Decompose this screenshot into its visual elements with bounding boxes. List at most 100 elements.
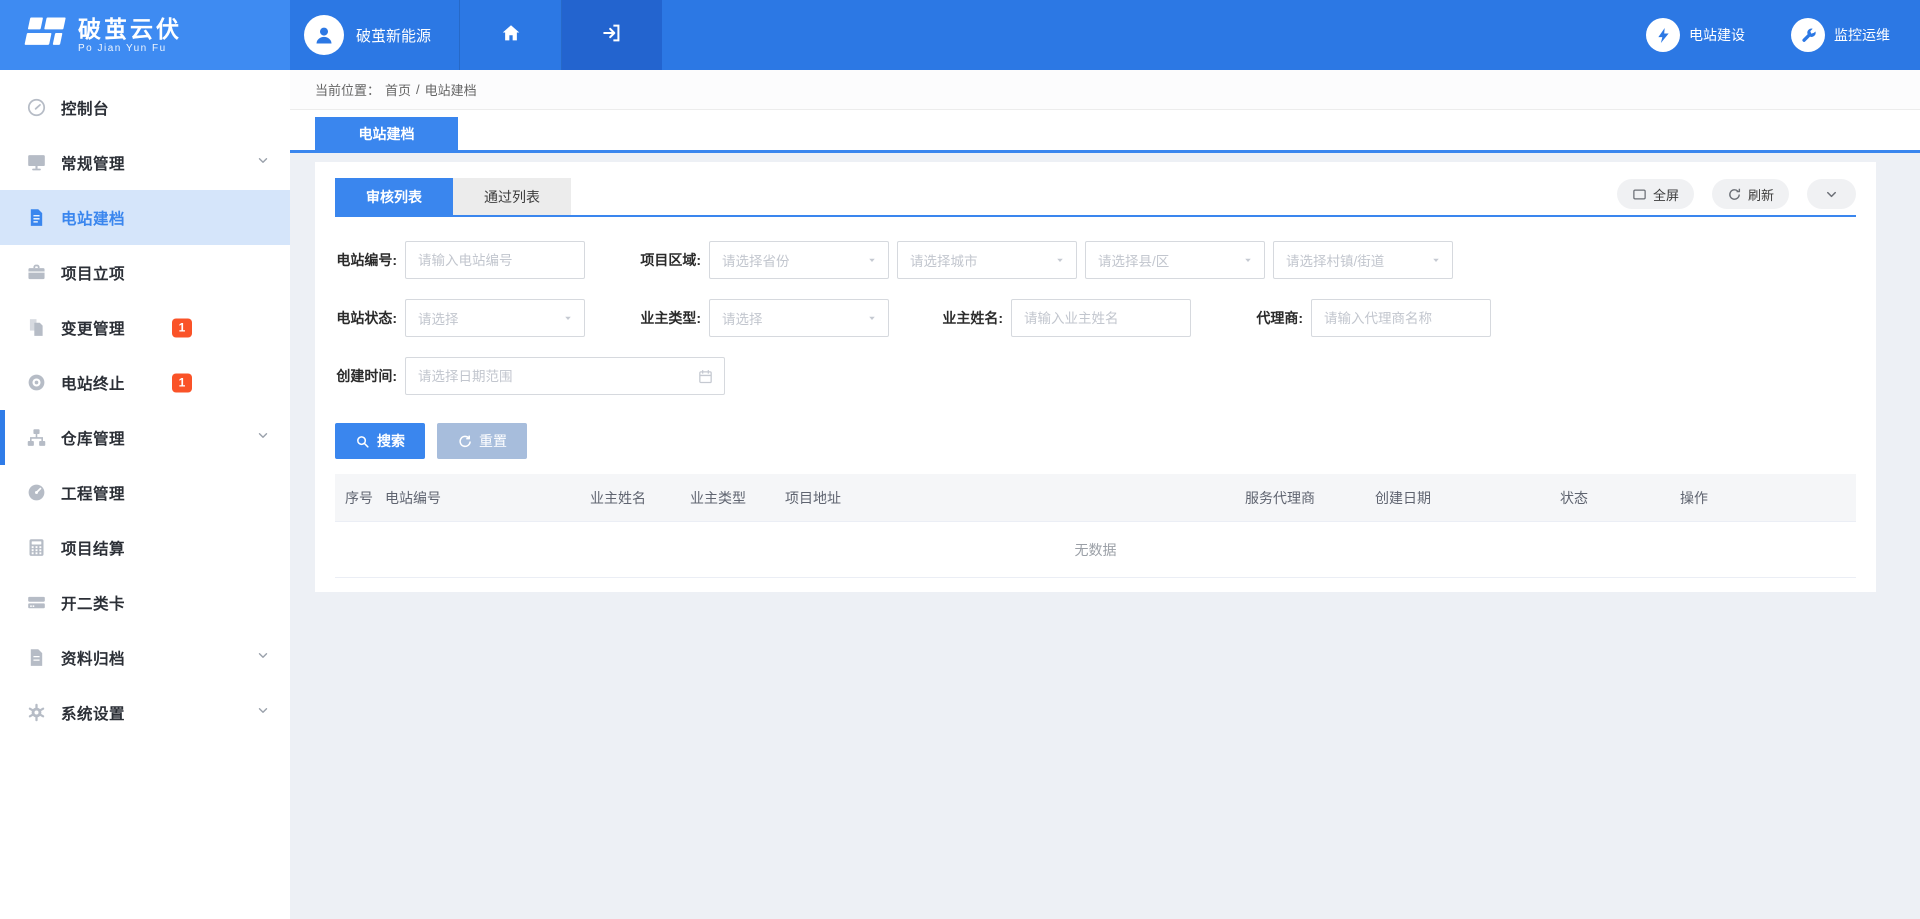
brand-title: 破茧云伏 [78, 17, 182, 41]
notification-badge: 1 [172, 318, 192, 337]
sidebar-item-type2-card[interactable]: 开二类卡 [0, 575, 290, 630]
sidebar-item-label: 仓库管理 [61, 427, 125, 449]
caret-down-icon [562, 312, 574, 324]
sidebar-item-project-settlement[interactable]: 项目结算 [0, 520, 290, 575]
lightning-icon [1646, 18, 1680, 52]
chevron-down-icon [256, 648, 270, 667]
province-select[interactable]: 请选择省份 [709, 241, 889, 279]
sidebar-item-data-archive[interactable]: 资料归档 [0, 630, 290, 685]
county-select[interactable]: 请选择县/区 [1085, 241, 1265, 279]
date-range-input[interactable] [418, 369, 697, 384]
col-station-no: 电站编号 [375, 488, 580, 508]
chevron-down-icon [256, 428, 270, 447]
monitor-icon [25, 152, 47, 174]
caret-down-icon [1242, 254, 1254, 266]
sidebar-item-change-mgmt[interactable]: 变更管理 1 [0, 300, 290, 355]
sidebar-item-station-filing[interactable]: 电站建档 [0, 190, 290, 245]
avatar [304, 15, 344, 55]
city-select[interactable]: 请选择城市 [897, 241, 1077, 279]
sidebar-item-engineering-mgmt[interactable]: 工程管理 [0, 465, 290, 520]
brand-subtitle: Po Jian Yun Fu [78, 43, 182, 54]
sidebar-item-label: 电站建档 [61, 207, 125, 229]
date-range-picker[interactable] [405, 357, 725, 395]
sidebar-item-project-initiation[interactable]: 项目立项 [0, 245, 290, 300]
reset-icon [457, 434, 472, 449]
sidebar-item-general-mgmt[interactable]: 常规管理 [0, 135, 290, 190]
search-button[interactable]: 搜索 [335, 423, 425, 459]
sidebar-item-label: 项目结算 [61, 537, 125, 559]
brand-logo-icon [20, 13, 68, 58]
user-chip[interactable]: 破茧新能源 [290, 0, 459, 70]
sidebar-item-warehouse-mgmt[interactable]: 仓库管理 [0, 410, 290, 465]
refresh-label: 刷新 [1748, 185, 1774, 204]
sidebar-item-label: 控制台 [61, 97, 109, 119]
app-label: 电站建设 [1689, 25, 1745, 45]
breadcrumb-home-link[interactable]: 首页 [385, 80, 411, 99]
owner-name-input[interactable] [1011, 299, 1191, 337]
chevron-down-icon [256, 153, 270, 172]
region-label: 项目区域: [633, 250, 709, 270]
chevron-down-icon [1824, 187, 1839, 202]
col-status: 状态 [1550, 488, 1670, 508]
collapse-button[interactable] [1807, 179, 1856, 209]
app-link-monitoring-ops[interactable]: 监控运维 [1791, 18, 1890, 52]
station-no-input[interactable] [405, 241, 585, 279]
bank-card-icon [25, 592, 47, 614]
sidebar: 控制台 常规管理 电站建档 项目立项 变更管理 1 电站终止 1 [0, 70, 290, 919]
town-select[interactable]: 请选择村镇/街道 [1273, 241, 1453, 279]
caret-down-icon [1430, 254, 1442, 266]
reset-label: 重置 [479, 431, 507, 451]
caret-down-icon [866, 254, 878, 266]
tab-review-list[interactable]: 审核列表 [335, 178, 453, 215]
main-content: 当前位置： 首页 / 电站建档 电站建档 审核列表 通过列表 全屏 [290, 70, 1920, 919]
page-tab-station-filing[interactable]: 电站建档 [315, 117, 458, 150]
record-circle-icon [25, 372, 47, 394]
logout-button[interactable] [562, 0, 662, 70]
breadcrumb-prefix: 当前位置： [315, 80, 380, 99]
calculator-icon [25, 537, 47, 559]
station-status-select[interactable]: 请选择 [405, 299, 585, 337]
wrench-icon [1791, 18, 1825, 52]
gear-icon [25, 702, 47, 724]
fullscreen-label: 全屏 [1653, 185, 1679, 204]
refresh-icon [1727, 187, 1742, 202]
sidebar-item-label: 变更管理 [61, 317, 125, 339]
refresh-button[interactable]: 刷新 [1712, 179, 1789, 209]
create-time-label: 创建时间: [335, 366, 405, 386]
search-label: 搜索 [377, 431, 405, 451]
owner-type-select[interactable]: 请选择 [709, 299, 889, 337]
sitemap-icon [25, 427, 47, 449]
sidebar-item-system-settings[interactable]: 系统设置 [0, 685, 290, 740]
sidebar-active-indicator [0, 410, 5, 465]
notification-badge: 1 [172, 373, 192, 392]
col-project-address: 项目地址 [775, 488, 1235, 508]
tab-approved-list[interactable]: 通过列表 [453, 178, 571, 215]
home-icon [500, 22, 522, 49]
table-header: 序号 电站编号 业主姓名 业主类型 项目地址 服务代理商 创建日期 状态 操作 [335, 474, 1856, 522]
app-link-station-construction[interactable]: 电站建设 [1646, 18, 1745, 52]
gauge-icon [25, 482, 47, 504]
home-button[interactable] [459, 0, 562, 70]
sidebar-item-label: 工程管理 [61, 482, 125, 504]
caret-down-icon [866, 312, 878, 324]
sidebar-item-console[interactable]: 控制台 [0, 80, 290, 135]
breadcrumb-separator: / [416, 82, 420, 97]
agent-input[interactable] [1311, 299, 1491, 337]
sidebar-item-label: 开二类卡 [61, 592, 125, 614]
station-status-label: 电站状态: [335, 308, 405, 328]
file-icon [25, 647, 47, 669]
sidebar-item-label: 系统设置 [61, 702, 125, 724]
search-icon [355, 434, 370, 449]
col-service-agent: 服务代理商 [1235, 488, 1365, 508]
chevron-down-icon [256, 703, 270, 722]
fullscreen-button[interactable]: 全屏 [1617, 179, 1694, 209]
reset-button[interactable]: 重置 [437, 423, 527, 459]
col-index: 序号 [335, 488, 375, 508]
col-owner-name: 业主姓名 [580, 488, 680, 508]
page-tab-bar: 电站建档 [290, 110, 1920, 153]
col-create-date: 创建日期 [1365, 488, 1550, 508]
document-icon [25, 207, 47, 229]
filter-form: 电站编号: 项目区域: 请选择省份 请选择城市 [335, 217, 1856, 395]
sidebar-item-station-termination[interactable]: 电站终止 1 [0, 355, 290, 410]
owner-type-label: 业主类型: [633, 308, 709, 328]
